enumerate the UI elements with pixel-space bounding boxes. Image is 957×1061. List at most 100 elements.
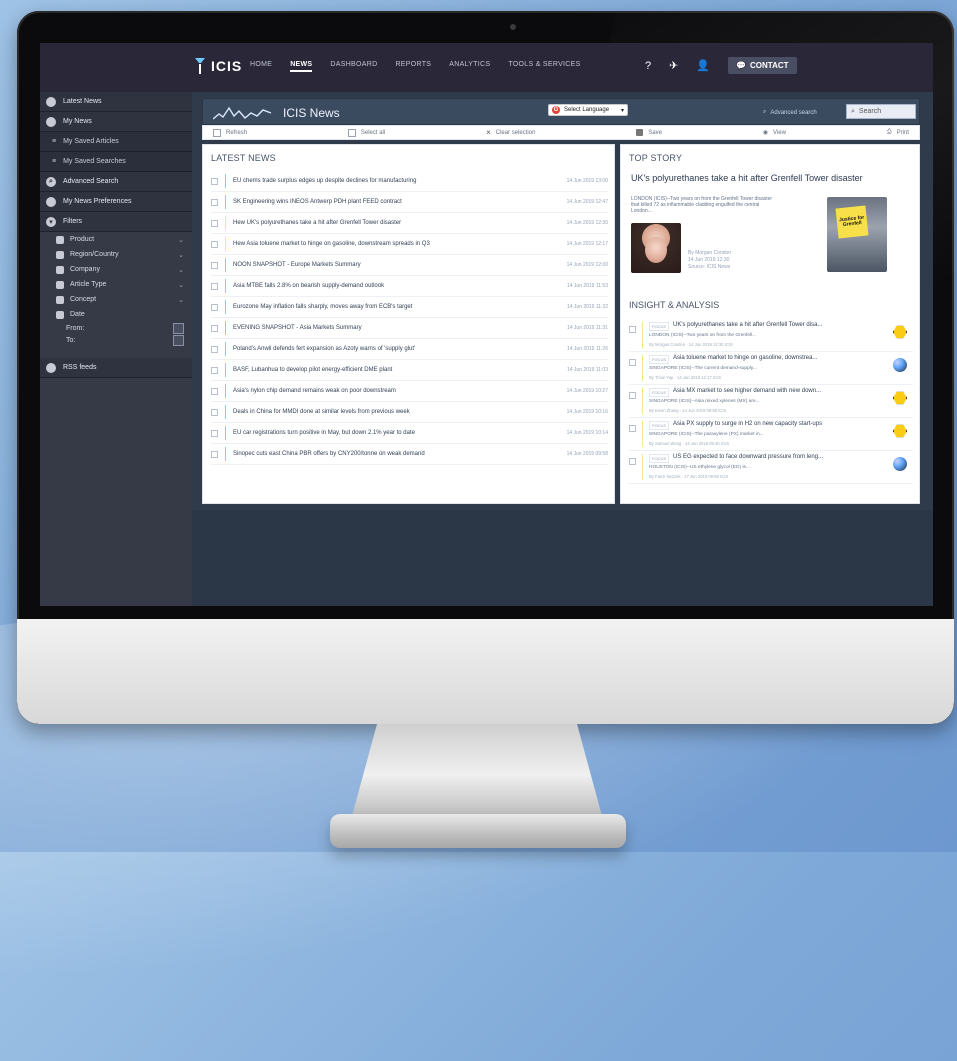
filter-concept[interactable]: Concept ⌄ xyxy=(40,292,192,307)
nav-dashboard[interactable]: DASHBOARD xyxy=(330,61,377,72)
insight-headline[interactable]: US EG expected to face downward pressure… xyxy=(673,454,823,463)
sidebar-item-advanced-search[interactable]: ⌕ Advanced Search xyxy=(40,172,192,192)
news-headline[interactable]: Asia's nylon chip demand remains weak on… xyxy=(233,388,396,394)
save-button[interactable]: Save xyxy=(636,129,662,136)
news-headline[interactable]: Poland's Anwil defends fert expansion as… xyxy=(233,346,415,352)
row-checkbox[interactable] xyxy=(211,345,218,353)
row-accent-bar xyxy=(225,384,226,398)
news-headline[interactable]: Deals in China for MMDI done at similar … xyxy=(233,409,410,415)
language-select[interactable]: G Select Language ▾ xyxy=(548,104,628,116)
insight-row[interactable]: FOCUS US EG expected to face downward pr… xyxy=(629,451,913,484)
insight-row[interactable]: FOCUS UK's polyurethanes take a hit afte… xyxy=(629,319,913,352)
sidebar-item-my-news[interactable]: My News xyxy=(40,112,192,132)
date-to-input[interactable] xyxy=(173,334,184,346)
news-headline[interactable]: EU car registrations turn positive in Ma… xyxy=(233,430,415,436)
nav-analytics[interactable]: ANALYTICS xyxy=(449,61,490,72)
news-row[interactable]: Deals in China for MMDI done at similar … xyxy=(211,402,608,423)
insight-row[interactable]: FOCUS Asia MX market to see higher deman… xyxy=(629,385,913,418)
molecule-icon xyxy=(893,358,907,372)
row-checkbox[interactable] xyxy=(629,326,636,333)
row-checkbox[interactable] xyxy=(211,198,218,206)
news-row[interactable]: Hew Asia toluene market to hinge on gaso… xyxy=(211,234,608,255)
filter-label: Article Type xyxy=(70,281,107,288)
row-checkbox[interactable] xyxy=(211,450,218,458)
news-row[interactable]: BASF, Lubanhua to develop pilot energy-e… xyxy=(211,360,608,381)
row-checkbox[interactable] xyxy=(211,324,218,332)
megaphone-icon[interactable]: ✈ xyxy=(669,59,678,72)
news-headline[interactable]: Hew UK's polyurethanes take a hit after … xyxy=(233,220,401,226)
insight-headline[interactable]: Asia PX supply to surge in H2 on new cap… xyxy=(673,421,822,430)
nav-news[interactable]: NEWS xyxy=(290,61,313,72)
row-checkbox[interactable] xyxy=(629,425,636,432)
nav-tools-services[interactable]: TOOLS & SERVICES xyxy=(508,61,580,72)
insight-headline[interactable]: UK's polyurethanes take a hit after Gren… xyxy=(673,322,822,331)
news-headline[interactable]: Sinopec cuts east China PBR offers by CN… xyxy=(233,451,425,457)
news-headline[interactable]: BASF, Lubanhua to develop pilot energy-e… xyxy=(233,367,392,373)
news-headline[interactable]: NOON SNAPSHOT - Europe Markets Summary xyxy=(233,262,361,268)
sidebar-item-filters[interactable]: ▾ Filters xyxy=(40,212,192,232)
top-story-image[interactable]: Justice for Grenfell xyxy=(827,197,887,272)
user-icon[interactable]: 👤 xyxy=(696,59,710,72)
filter-date: Date From: To: xyxy=(40,307,192,346)
print-button[interactable]: ⎙ Print xyxy=(887,129,909,136)
sidebar-item-my-news-preferences[interactable]: My News Preferences xyxy=(40,192,192,212)
row-checkbox[interactable] xyxy=(211,240,218,248)
focus-tag: FOCUS xyxy=(649,322,669,331)
row-checkbox[interactable] xyxy=(211,282,218,290)
filter-product[interactable]: Product ⌄ xyxy=(40,232,192,247)
contact-button[interactable]: 💬 CONTACT xyxy=(728,57,797,74)
insight-row[interactable]: FOCUS Asia PX supply to surge in H2 on n… xyxy=(629,418,913,451)
row-checkbox[interactable] xyxy=(211,219,218,227)
news-row[interactable]: Hew UK's polyurethanes take a hit after … xyxy=(211,213,608,234)
question-icon[interactable]: ? xyxy=(645,60,651,72)
date-from-input[interactable] xyxy=(173,322,184,334)
row-checkbox[interactable] xyxy=(629,359,636,366)
row-checkbox[interactable] xyxy=(629,458,636,465)
news-row[interactable]: SK Engineering wins INEOS Antwerp PDH pl… xyxy=(211,192,608,213)
brand[interactable]: ICIS xyxy=(195,56,242,76)
row-checkbox[interactable] xyxy=(211,177,218,185)
nav-reports[interactable]: REPORTS xyxy=(395,61,431,72)
top-story-headline[interactable]: UK's polyurethanes take a hit after Gren… xyxy=(631,173,913,183)
sidebar-item-rss-feeds[interactable]: RSS feeds xyxy=(40,358,192,378)
view-button[interactable]: ◉ View xyxy=(763,129,786,137)
row-checkbox[interactable] xyxy=(211,408,218,416)
filter-company[interactable]: Company ⌄ xyxy=(40,262,192,277)
nav-home[interactable]: HOME xyxy=(250,61,272,72)
news-headline[interactable]: EU chems trade surplus edges up despite … xyxy=(233,178,416,184)
insight-headline[interactable]: Asia MX market to see higher demand with… xyxy=(673,388,821,397)
search-input[interactable]: ⌕ Search xyxy=(846,104,916,119)
news-row[interactable]: Poland's Anwil defends fert expansion as… xyxy=(211,339,608,360)
advanced-search-link[interactable]: ⌕ Advanced search xyxy=(763,109,817,116)
news-row[interactable]: Sinopec cuts east China PBR offers by CN… xyxy=(211,444,608,465)
row-checkbox[interactable] xyxy=(211,366,218,374)
row-checkbox[interactable] xyxy=(629,392,636,399)
row-checkbox[interactable] xyxy=(211,429,218,437)
news-row[interactable]: EVENING SNAPSHOT - Asia Markets Summary … xyxy=(211,318,608,339)
news-row[interactable]: NOON SNAPSHOT - Europe Markets Summary 1… xyxy=(211,255,608,276)
insight-row[interactable]: FOCUS Asia toluene market to hinge on ga… xyxy=(629,352,913,385)
news-headline[interactable]: EVENING SNAPSHOT - Asia Markets Summary xyxy=(233,325,362,331)
news-headline[interactable]: Asia MTBE falls 2.8% on bearish supply-d… xyxy=(233,283,384,289)
refresh-button[interactable]: Refresh xyxy=(213,128,247,137)
news-row[interactable]: EU car registrations turn positive in Ma… xyxy=(211,423,608,444)
news-row[interactable]: Asia MTBE falls 2.8% on bearish supply-d… xyxy=(211,276,608,297)
sidebar-item-my-saved-searches[interactable]: ≡ My Saved Searches xyxy=(40,152,192,172)
clear-selection-button[interactable]: × Clear selection xyxy=(486,128,535,137)
news-row[interactable]: Asia's nylon chip demand remains weak on… xyxy=(211,381,608,402)
sidebar-item-my-saved-articles[interactable]: ≡ My Saved Articles xyxy=(40,132,192,152)
news-headline[interactable]: Eurozone May inflation falls sharply, mo… xyxy=(233,304,412,310)
row-checkbox[interactable] xyxy=(211,261,218,269)
news-headline[interactable]: Hew Asia toluene market to hinge on gaso… xyxy=(233,241,430,247)
row-checkbox[interactable] xyxy=(211,303,218,311)
news-row[interactable]: Eurozone May inflation falls sharply, mo… xyxy=(211,297,608,318)
news-row[interactable]: EU chems trade surplus edges up despite … xyxy=(211,171,608,192)
news-headline[interactable]: SK Engineering wins INEOS Antwerp PDH pl… xyxy=(233,199,402,205)
filter-region-country[interactable]: Region/Country ⌄ xyxy=(40,247,192,262)
sidebar-item-latest-news[interactable]: Latest News xyxy=(40,92,192,112)
filter-article-type[interactable]: Article Type ⌄ xyxy=(40,277,192,292)
row-checkbox[interactable] xyxy=(211,387,218,395)
rss-icon xyxy=(46,362,56,373)
insight-headline[interactable]: Asia toluene market to hinge on gasoline… xyxy=(673,355,817,364)
select-all-button[interactable]: Select all xyxy=(347,128,385,137)
